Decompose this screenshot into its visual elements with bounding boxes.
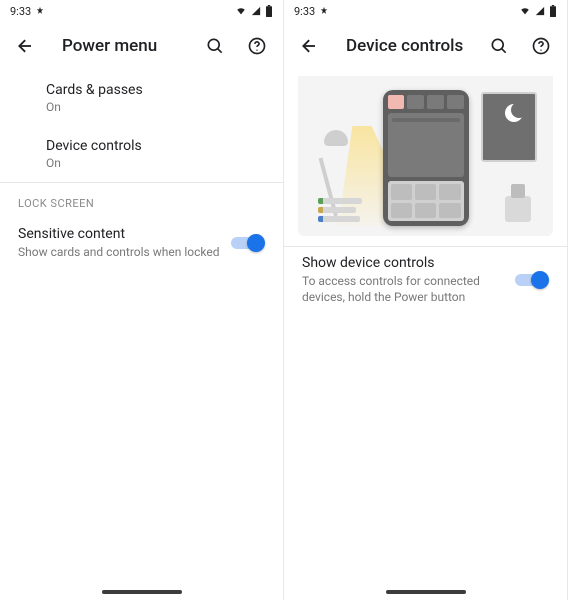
toggle-label: Show device controls <box>302 255 505 271</box>
battery-icon <box>549 5 557 17</box>
gesture-nav-bar[interactable] <box>386 590 466 594</box>
search-button[interactable] <box>481 28 517 64</box>
toggle-label: Sensitive content <box>18 226 221 242</box>
setting-status: On <box>46 100 265 114</box>
signal-icon <box>535 6 545 16</box>
app-bar: Device controls <box>284 22 567 70</box>
toggle-switch-show-device-controls[interactable] <box>515 270 549 290</box>
search-button[interactable] <box>197 28 233 64</box>
setting-status: On <box>46 156 265 170</box>
device-controls-illustration <box>298 76 553 236</box>
status-bar: 9:33 <box>284 0 567 22</box>
wifi-icon <box>235 6 247 16</box>
page-title: Power menu <box>50 36 191 56</box>
content-area: Show device controls To access controls … <box>284 70 567 600</box>
wifi-icon <box>519 6 531 16</box>
search-icon <box>205 36 225 56</box>
screen-power-menu: 9:33 Power menu <box>0 0 284 600</box>
arrow-back-icon <box>16 36 36 56</box>
help-icon <box>247 36 267 56</box>
battery-icon <box>265 5 273 17</box>
signal-icon <box>251 6 261 16</box>
setting-label: Cards & passes <box>46 82 265 98</box>
setting-sensitive-content[interactable]: Sensitive content Show cards and control… <box>0 218 283 268</box>
screen-device-controls: 9:33 Device controls <box>284 0 568 600</box>
setting-cards-and-passes[interactable]: Cards & passes On <box>0 70 283 126</box>
status-bar: 9:33 <box>0 0 283 22</box>
back-button[interactable] <box>8 28 44 64</box>
setting-device-controls[interactable]: Device controls On <box>0 126 283 182</box>
toggle-switch-sensitive-content[interactable] <box>231 233 265 253</box>
app-bar: Power menu <box>0 22 283 70</box>
status-time: 9:33 <box>294 5 315 18</box>
setting-label: Device controls <box>46 138 265 154</box>
arrow-back-icon <box>300 36 320 56</box>
search-icon <box>489 36 509 56</box>
section-header-lock-screen: LOCK SCREEN <box>0 182 283 218</box>
back-button[interactable] <box>292 28 328 64</box>
toggle-description: To access controls for connected devices… <box>302 273 505 305</box>
gesture-nav-bar[interactable] <box>102 590 182 594</box>
page-title: Device controls <box>334 36 475 56</box>
content-area: Cards & passes On Device controls On LOC… <box>0 70 283 600</box>
setting-show-device-controls[interactable]: Show device controls To access controls … <box>284 247 567 313</box>
help-icon <box>531 36 551 56</box>
toggle-description: Show cards and controls when locked <box>18 244 221 260</box>
status-update-icon <box>35 6 45 16</box>
help-button[interactable] <box>523 28 559 64</box>
help-button[interactable] <box>239 28 275 64</box>
status-update-icon <box>319 6 329 16</box>
status-time: 9:33 <box>10 5 31 18</box>
